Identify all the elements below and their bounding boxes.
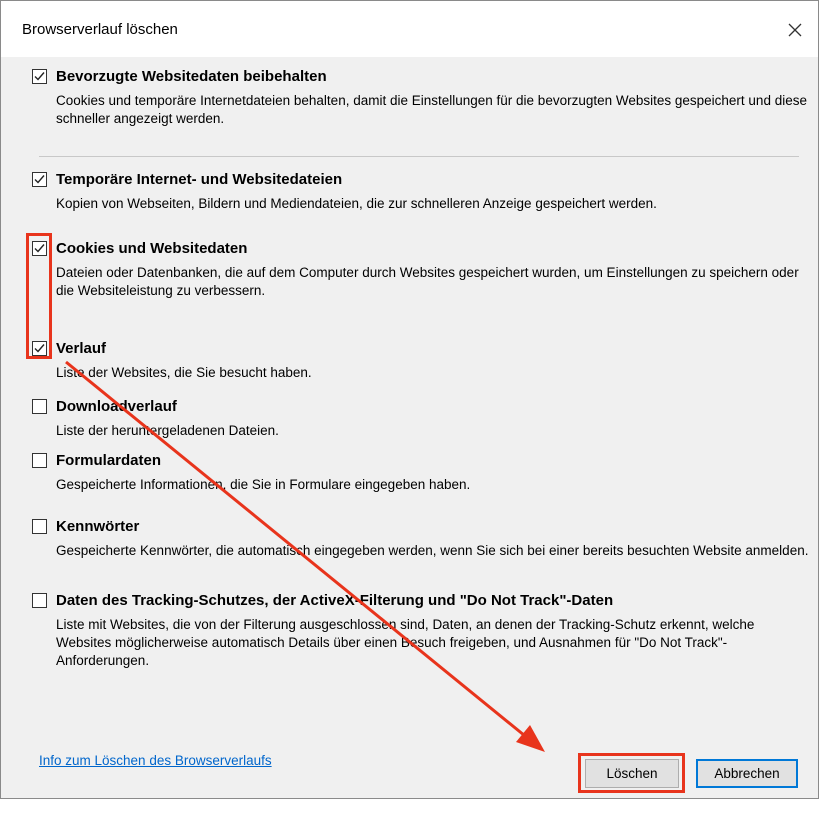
temp-files-checkbox[interactable] [32,172,47,187]
option-temp-files: Temporäre Internet- und Websitedateien K… [32,171,812,213]
option-description: Liste der Websites, die Sie besucht habe… [56,365,312,380]
section-divider [39,156,799,157]
option-tracking-data: Daten des Tracking-Schutzes, der ActiveX… [32,592,812,670]
checkmark-icon [34,72,45,81]
option-label: Formulardaten [56,452,162,469]
option-form-data: Formulardaten Gespeicherte Informationen… [32,452,812,494]
cancel-button[interactable]: Abbrechen [696,759,798,788]
dialog-title: Browserverlauf löschen [22,21,178,38]
option-description: Liste der heruntergeladenen Dateien. [56,423,279,438]
option-description: Liste mit Websites, die von der Filterun… [56,617,755,668]
option-description: Gespeicherte Informationen, die Sie in F… [56,477,471,492]
option-description: Kopien von Webseiten, Bildern und Medien… [56,196,657,211]
history-checkbox[interactable] [32,341,47,356]
option-label: Downloadverlauf [56,398,177,415]
option-description: Gespeicherte Kennwörter, die automatisch… [56,543,809,558]
option-label: Cookies und Websitedaten [56,240,248,257]
option-passwords: Kennwörter Gespeicherte Kennwörter, die … [32,518,812,560]
option-keep-favorites: Bevorzugte Websitedaten beibehalten Cook… [32,68,812,128]
option-history: Verlauf Liste der Websites, die Sie besu… [32,340,812,382]
checkmark-icon [34,175,45,184]
option-downloads: Downloadverlauf Liste der heruntergelade… [32,398,812,440]
tracking-data-checkbox[interactable] [32,593,47,608]
passwords-checkbox[interactable] [32,519,47,534]
keep-favorites-checkbox[interactable] [32,69,47,84]
downloads-checkbox[interactable] [32,399,47,414]
delete-history-dialog: Browserverlauf löschen Bevorzugte Websit… [0,0,819,799]
option-description: Cookies und temporäre Internetdateien be… [56,93,807,126]
option-label: Kennwörter [56,518,140,535]
close-button[interactable] [772,10,818,50]
title-bar: Browserverlauf löschen [1,1,818,57]
checkmark-icon [34,344,45,353]
option-label: Verlauf [56,340,107,357]
option-label: Temporäre Internet- und Websitedateien [56,171,343,188]
info-link[interactable]: Info zum Löschen des Browserverlaufs [39,753,272,768]
cookies-checkbox[interactable] [32,241,47,256]
close-icon [788,23,802,37]
checkmark-icon [34,244,45,253]
option-cookies: Cookies und Websitedaten Dateien oder Da… [32,240,812,300]
option-label: Daten des Tracking-Schutzes, der ActiveX… [56,592,614,609]
option-label: Bevorzugte Websitedaten beibehalten [56,68,327,85]
delete-button[interactable]: Löschen [585,759,679,788]
option-description: Dateien oder Datenbanken, die auf dem Co… [56,265,799,298]
form-data-checkbox[interactable] [32,453,47,468]
